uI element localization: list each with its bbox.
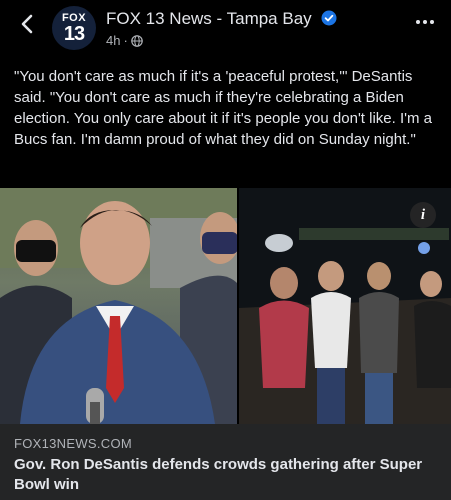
more-options-button[interactable] <box>413 12 437 32</box>
post-meta: 4h · <box>106 33 143 48</box>
meta-separator: · <box>123 33 128 48</box>
avatar-logo-number: 13 <box>63 22 85 45</box>
image-info-button[interactable]: i <box>410 202 436 228</box>
avatar-logo-text: FOX <box>61 11 87 24</box>
more-dots-icon <box>416 20 434 24</box>
globe-icon <box>131 34 143 47</box>
post-media[interactable]: i <box>0 188 451 424</box>
page-name[interactable]: FOX 13 News - Tampa Bay <box>106 9 312 28</box>
post-time[interactable]: 4h <box>106 33 120 48</box>
chevron-left-icon <box>21 14 33 34</box>
back-button[interactable] <box>14 10 42 38</box>
desantis-press-photo <box>0 188 237 424</box>
page-avatar[interactable]: FOX 13 <box>52 6 96 50</box>
post-caption: "You don't care as much if it's a 'peace… <box>14 68 433 148</box>
page-name-row[interactable]: FOX 13 News - Tampa Bay <box>106 9 337 29</box>
link-domain: FOX13NEWS.COM <box>14 436 133 451</box>
verified-badge-icon <box>321 10 337 26</box>
post-header: FOX 13 FOX 13 News - Tampa Bay 4h · <box>0 0 451 58</box>
link-preview-card[interactable]: FOX13NEWS.COM Gov. Ron DeSantis defends … <box>0 424 451 500</box>
link-title[interactable]: Gov. Ron DeSantis defends crowds gatheri… <box>14 455 434 495</box>
